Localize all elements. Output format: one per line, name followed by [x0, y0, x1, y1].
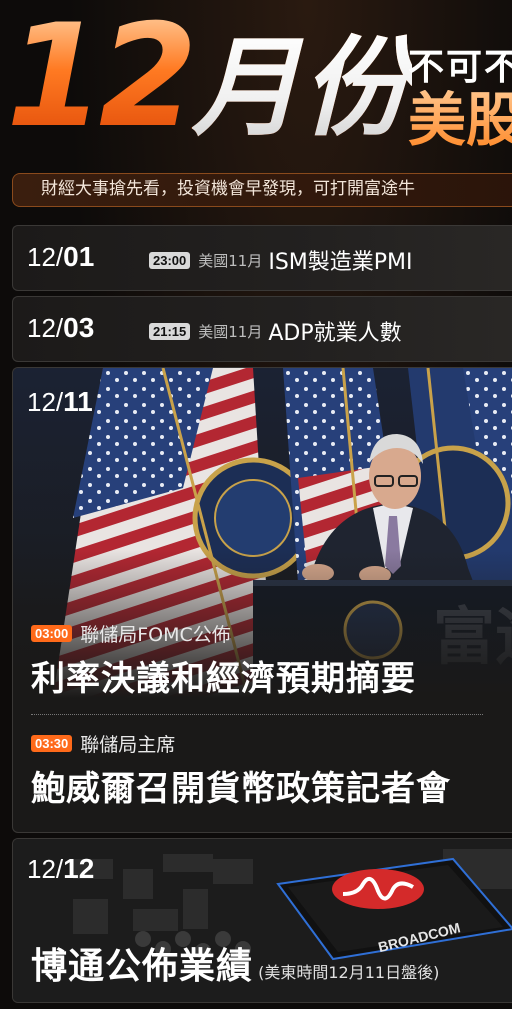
- event-meta: 美國11月: [198, 251, 263, 270]
- broadcom-event: 博通公佈業績 (美東時間12月11日盤後): [31, 937, 439, 989]
- time-badge: 21:15: [149, 322, 191, 340]
- event-title: 博通公佈業績: [31, 946, 254, 987]
- event-date: 12/03: [27, 312, 95, 343]
- fomc-item-title: 利率決議和經濟預期摘要: [31, 659, 416, 699]
- event-note: (美東時間12月11日盤後): [258, 963, 440, 982]
- event-title: ADP就業人數: [268, 321, 402, 346]
- event-date: 12/01: [27, 241, 95, 272]
- divider: [31, 714, 483, 715]
- fomc-item-1: 03:00 聯儲局FOMC公佈 利率決議和經濟預期摘要: [31, 620, 416, 700]
- event-card-dec12-broadcom[interactable]: BROADCOM 12/12 博通公佈業績 (美東時間12月11日盤後): [12, 838, 512, 1003]
- month-word: 月份: [191, 26, 412, 151]
- event-title: ISM製造業PMI: [268, 250, 413, 275]
- fomc-item-2: 03:30 聯儲局主席 鮑威爾召開貨幣政策記者會: [31, 730, 451, 810]
- event-card-dec03[interactable]: 12/03 21:15 美國11月 ADP就業人數: [12, 296, 512, 362]
- hero-side-line2: 美股: [408, 90, 512, 151]
- hero-side-line1: 不可不: [408, 47, 512, 88]
- month-number: 12: [6, 0, 192, 159]
- fomc-item-title: 鮑威爾召開貨幣政策記者會: [31, 769, 451, 809]
- hero-side-title: 不可不 美股: [408, 38, 512, 151]
- fomc-item-label: 聯儲局主席: [80, 734, 176, 756]
- promo-page: 12月份 不可不 美股 財經大事搶先看，投資機會早發現，可打開富途牛 12/01…: [0, 0, 512, 1009]
- event-meta: 美國11月: [198, 322, 263, 341]
- fomc-item-label: 聯儲局FOMC公佈: [80, 624, 231, 646]
- hero-month-title: 12月份: [6, 6, 412, 148]
- time-badge: 03:00: [31, 625, 73, 642]
- event-card-dec01[interactable]: 12/01 23:00 美國11月 ISM製造業PMI: [12, 225, 512, 291]
- event-card-dec11-fomc[interactable]: 富途 12/11 03:00 聯儲局FOMC公佈 利率決議和經濟預期摘要 03:…: [12, 367, 512, 833]
- time-badge: 03:30: [31, 735, 73, 752]
- subtitle-text: 財經大事搶先看，投資機會早發現，可打開富途牛: [41, 179, 415, 199]
- event-date: 12/12: [27, 853, 95, 884]
- event-date: 12/11: [27, 386, 93, 417]
- time-badge: 23:00: [149, 251, 191, 269]
- subtitle-bar: 財經大事搶先看，投資機會早發現，可打開富途牛: [12, 173, 512, 207]
